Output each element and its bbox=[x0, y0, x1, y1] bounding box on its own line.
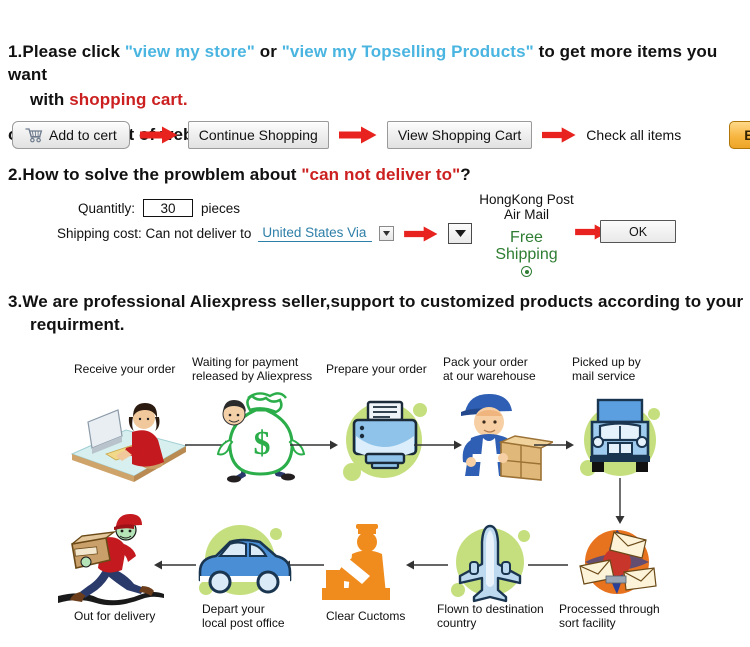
add-to-cart-label: Add to cert bbox=[49, 127, 117, 143]
free-shipping-line-1: Free bbox=[510, 229, 543, 246]
view-shopping-cart-button[interactable]: View Shopping Cart bbox=[386, 121, 533, 149]
section-1-line-2-text: with bbox=[30, 90, 70, 109]
shopping-cart-highlight: shopping cart. bbox=[69, 90, 188, 109]
carrier-line-1: HongKong Post bbox=[479, 192, 574, 207]
svg-text:$: $ bbox=[254, 425, 271, 462]
flow-caption-waiting-for-payment: Waiting for payment released by Aliexpres… bbox=[192, 355, 313, 383]
quantity-input[interactable]: 30 bbox=[143, 199, 194, 217]
section-3-text: We are professional Aliexpress seller,su… bbox=[22, 292, 744, 311]
can-not-deliver-highlight: "can not deliver to" bbox=[301, 165, 461, 184]
section-3-line-2: requirment. bbox=[30, 315, 125, 334]
section-1-line-1: 1.Please click "view my store" or "view … bbox=[8, 40, 748, 86]
flow-arrow-right-2 bbox=[290, 438, 338, 456]
section-1-text-b: or bbox=[254, 42, 282, 61]
section-3-line-1: 3.We are professional Aliexpress seller,… bbox=[8, 290, 748, 313]
check-all-items-label: Check all items bbox=[586, 127, 682, 143]
view-shopping-cart-label: View Shopping Cart bbox=[397, 127, 522, 143]
flow-caption-processed-through-sort-facility: Processed through sort facility bbox=[559, 602, 660, 630]
carrier-name: HongKong Post Air Mail bbox=[474, 192, 579, 222]
section-1-text-a: Please click bbox=[22, 42, 125, 61]
country-dropdown-toggle[interactable] bbox=[379, 226, 395, 241]
shopping-cart-icon bbox=[25, 127, 43, 143]
person-at-computer-icon bbox=[64, 392, 194, 487]
carrier-line-2: Air Mail bbox=[503, 207, 549, 222]
buy-now-label: Buy Now bbox=[744, 127, 750, 143]
section-1-line-2: with shopping cart. bbox=[8, 88, 748, 111]
flow-caption-clear-cuctoms: Clear Cuctoms bbox=[326, 609, 406, 623]
continue-shopping-label: Continue Shopping bbox=[198, 127, 318, 143]
worker-with-box-icon bbox=[443, 386, 556, 488]
customs-officer-icon bbox=[318, 514, 410, 608]
free-shipping-line-2: Shipping bbox=[495, 246, 558, 263]
arrow-right-icon-1 bbox=[139, 126, 178, 144]
flow-caption-receive-your-order: Receive your order bbox=[74, 362, 176, 376]
section-2-number: 2. bbox=[8, 165, 23, 184]
shipping-process-flowchart: Receive your order Waiting for payment re… bbox=[0, 350, 750, 647]
flow-caption-out-for-delivery: Out for delivery bbox=[74, 609, 156, 623]
section-2-text-b: ? bbox=[460, 165, 471, 184]
shipping-cost-row: Shipping cost: Can not deliver to United… bbox=[57, 223, 473, 244]
shipping-form: Quantitly: 30 pieces Shipping cost: Can … bbox=[0, 192, 750, 287]
shipping-cost-label: Shipping cost: Can not deliver to bbox=[57, 226, 252, 241]
flow-caption-picked-up-by-mail-service: Picked up by mail service bbox=[572, 355, 641, 383]
arrow-right-icon-2 bbox=[338, 126, 377, 144]
section-2-text-a: How to solve the prowblem about bbox=[22, 165, 302, 184]
cart-flow-button-row: Add to cert Continue Shopping View Shopp… bbox=[12, 121, 750, 149]
pieces-label: pieces bbox=[201, 200, 241, 216]
free-shipping-radio[interactable] bbox=[521, 266, 532, 277]
running-courier-icon bbox=[56, 510, 166, 606]
arrow-right-icon-4 bbox=[404, 225, 438, 242]
continue-shopping-button[interactable]: Continue Shopping bbox=[187, 121, 329, 149]
blue-van-icon bbox=[186, 514, 296, 606]
delivery-truck-icon bbox=[568, 386, 678, 488]
arrow-right-icon-3 bbox=[542, 126, 576, 144]
flow-caption-pack-your-order: Pack your order at our warehouse bbox=[443, 355, 536, 383]
section-3-number: 3. bbox=[8, 292, 23, 311]
free-shipping-option[interactable]: Free Shipping bbox=[474, 229, 579, 277]
ok-button-label: OK bbox=[628, 224, 648, 239]
mail-sorting-icon bbox=[562, 518, 672, 606]
country-select-value[interactable]: United States Via bbox=[258, 225, 373, 242]
flow-caption-depart-your-local-post-office: Depart your local post office bbox=[202, 602, 285, 630]
flow-caption-prepare-your-order: Prepare your order bbox=[326, 362, 427, 376]
flow-caption-flown-to-destination-country: Flown to destination country bbox=[437, 602, 544, 630]
link-view-my-store[interactable]: "view my store" bbox=[125, 42, 255, 61]
link-view-my-topselling-products[interactable]: "view my Topselling Products" bbox=[282, 42, 534, 61]
section-1-number: 1. bbox=[8, 42, 23, 61]
quantity-row: Quantitly: 30 pieces bbox=[78, 199, 240, 217]
section-2: 2.How to solve the prowblem about "can n… bbox=[8, 163, 748, 186]
airplane-icon bbox=[440, 516, 540, 608]
buy-now-button[interactable]: Buy Now bbox=[729, 121, 750, 149]
section-2-heading: 2.How to solve the prowblem about "can n… bbox=[8, 163, 748, 186]
ok-button[interactable]: OK bbox=[600, 220, 676, 243]
section-3: 3.We are professional Aliexpress seller,… bbox=[8, 290, 748, 336]
quantity-label: Quantitly: bbox=[78, 200, 136, 216]
shipping-method-dropdown-toggle[interactable] bbox=[448, 223, 473, 244]
flow-arrow-left-2 bbox=[404, 558, 448, 576]
add-to-cart-button[interactable]: Add to cert bbox=[12, 121, 130, 149]
